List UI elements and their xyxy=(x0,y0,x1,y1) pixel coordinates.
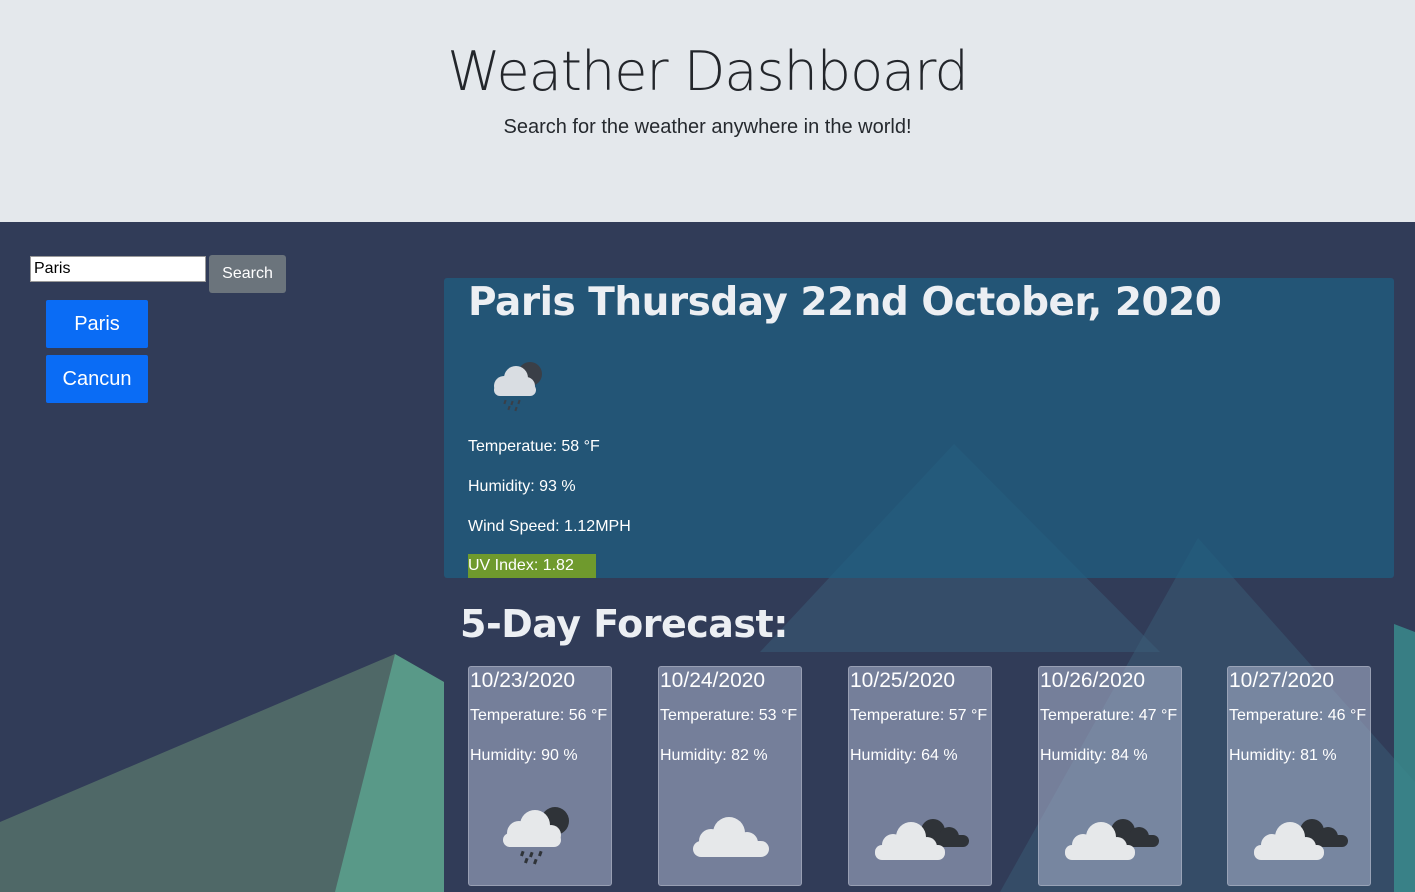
forecast-date: 10/26/2020 xyxy=(1040,669,1146,692)
forecast-card: 10/25/2020 Temperature: 57 °F Humidity: … xyxy=(848,666,992,886)
forecast-humidity: Humidity: 82 % xyxy=(660,747,768,764)
current-weather-card: Paris Thursday 22nd October, 2020 Temper… xyxy=(444,278,1394,578)
current-city-date: Paris Thursday 22nd October, 2020 xyxy=(468,280,1222,325)
forecast-humidity: Humidity: 90 % xyxy=(470,747,578,764)
cloud-rain-night-icon xyxy=(503,807,569,865)
forecast-temperature: Temperature: 53 °F xyxy=(660,707,798,724)
search-input[interactable] xyxy=(30,256,206,282)
forecast-humidity: Humidity: 64 % xyxy=(850,747,958,764)
forecast-title: 5-Day Forecast: xyxy=(460,602,788,646)
forecast-humidity: Humidity: 81 % xyxy=(1229,747,1337,764)
cloud-rain-night-icon xyxy=(494,362,542,412)
search-button[interactable]: Search xyxy=(209,255,286,293)
forecast-card: 10/27/2020 Temperature: 46 °F Humidity: … xyxy=(1227,666,1371,886)
current-wind-speed: Wind Speed: 1.12MPH xyxy=(468,518,631,535)
forecast-card: 10/24/2020 Temperature: 53 °F Humidity: … xyxy=(658,666,802,886)
forecast-card: 10/26/2020 Temperature: 47 °F Humidity: … xyxy=(1038,666,1182,886)
forecast-card: 10/23/2020 Temperature: 56 °F Humidity: … xyxy=(468,666,612,886)
page-subtitle: Search for the weather anywhere in the w… xyxy=(503,116,912,138)
cloud-icon xyxy=(693,817,769,857)
forecast-humidity: Humidity: 84 % xyxy=(1040,747,1148,764)
broken-clouds-icon xyxy=(875,819,969,860)
uv-index-label: UV Index: 1.82 xyxy=(468,557,574,574)
header: Weather Dashboard Search for the weather… xyxy=(0,0,1415,222)
current-humidity: Humidity: 93 % xyxy=(468,478,576,495)
current-temperature: Temperatue: 58 °F xyxy=(468,438,600,455)
page-title: Weather Dashboard xyxy=(447,40,969,103)
broken-clouds-icon xyxy=(1065,819,1159,860)
forecast-date: 10/25/2020 xyxy=(850,669,956,692)
history-button-paris[interactable]: Paris xyxy=(46,300,148,348)
forecast-temperature: Temperature: 56 °F xyxy=(470,707,608,724)
forecast-temperature: Temperature: 57 °F xyxy=(850,707,988,724)
uv-index-badge: UV Index: 1.82 xyxy=(468,554,596,578)
main-area: Search Paris Cancun Paris Thursday 22nd … xyxy=(0,222,1415,892)
history-button-cancun[interactable]: Cancun xyxy=(46,355,148,403)
broken-clouds-icon xyxy=(1254,819,1348,860)
forecast-temperature: Temperature: 47 °F xyxy=(1040,707,1178,724)
forecast-date: 10/23/2020 xyxy=(470,669,576,692)
forecast-temperature: Temperature: 46 °F xyxy=(1229,707,1367,724)
forecast-date: 10/27/2020 xyxy=(1229,669,1335,692)
forecast-date: 10/24/2020 xyxy=(660,669,766,692)
